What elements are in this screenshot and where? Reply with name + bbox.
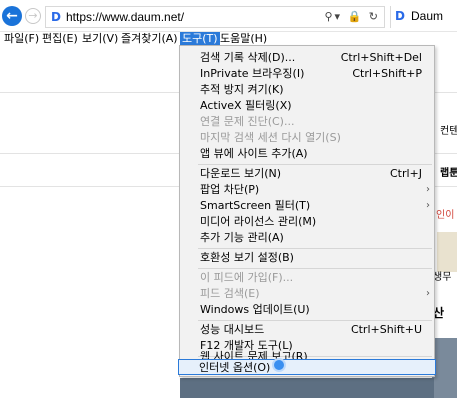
dropdown-arrow-icon[interactable]: ▾ [335, 10, 343, 23]
menu-separator [198, 320, 432, 321]
menu-item-windows-update[interactable]: Windows 업데이트(U) [180, 302, 434, 318]
menu-item-compatibility-view[interactable]: 호환성 보기 설정(B) [180, 250, 434, 266]
menu-tools[interactable]: 도구(T) [180, 32, 220, 46]
menu-separator [198, 164, 432, 165]
page-text-fragment: 생무 [433, 272, 452, 283]
submenu-arrow-icon: › [426, 184, 430, 195]
address-input[interactable]: D https://www.daum.net/ ⚲▾ 🔒 ↻ [45, 6, 385, 28]
page-text-fragment: 랩툰 [440, 168, 457, 179]
browser-tab[interactable]: D Daum [390, 6, 457, 28]
pointer-cursor-icon [272, 358, 286, 372]
menu-item-diagnose-connection[interactable]: 연결 문제 진단(C)... [180, 114, 434, 130]
menu-item-activex-filtering[interactable]: ActiveX 필터링(X) [180, 98, 434, 114]
menu-item-subscribe-feed[interactable]: 이 피드에 가입(F)... [180, 270, 434, 286]
daum-site-icon: D [51, 10, 61, 24]
menu-item-popup-blocker[interactable]: 팝업 차단(P) › [180, 182, 434, 198]
submenu-arrow-icon: › [426, 288, 430, 299]
address-bar-icons[interactable]: ⚲▾ 🔒 ↻ [324, 10, 380, 23]
menu-item-reopen-session[interactable]: 마지막 검색 세션 다시 열기(S) [180, 130, 434, 146]
menu-item-smartscreen[interactable]: SmartScreen 필터(T) › [180, 198, 434, 214]
page-ad-image [437, 232, 457, 272]
menu-item-performance-dashboard[interactable]: 성능 대시보드 Ctrl+Shift+U [180, 322, 434, 338]
menu-item-feed-discovery[interactable]: 피드 검색(E) › [180, 286, 434, 302]
page-text-fragment: 컨텐 [440, 126, 457, 137]
tab-title: Daum [411, 9, 444, 23]
menu-separator [198, 268, 432, 269]
menu-item-tracking-protection[interactable]: 추적 방지 켜기(K) [180, 82, 434, 98]
menu-item-inprivate[interactable]: InPrivate 브라우징(I) Ctrl+Shift+P [180, 66, 434, 82]
menu-item-internet-options[interactable]: 인터넷 옵션(O) [178, 359, 436, 375]
back-button[interactable]: ← [2, 6, 22, 26]
menu-favorites[interactable]: 즐겨찾기(A) [119, 32, 180, 46]
tools-dropdown-menu: 검색 기록 삭제(D)... Ctrl+Shift+Del InPrivate 브… [178, 45, 436, 377]
submenu-arrow-icon: › [426, 200, 430, 211]
menu-help[interactable]: 도움말(H) [218, 32, 269, 46]
menu-item-view-downloads[interactable]: 다운로드 보기(N) Ctrl+J [180, 166, 434, 182]
page-car-image [180, 378, 434, 398]
daum-tab-icon: D [395, 9, 405, 23]
menu-view[interactable]: 보기(V) [80, 32, 120, 46]
back-arrow-icon: ← [6, 8, 18, 24]
menu-item-add-to-apps[interactable]: 앱 뷰에 사이트 추가(A) [180, 146, 434, 162]
menu-file[interactable]: 파일(F) [2, 32, 41, 46]
menu-separator [198, 248, 432, 249]
url-text: https://www.daum.net/ [66, 10, 185, 24]
menu-item-media-licenses[interactable]: 미디어 라이선스 관리(M) [180, 214, 434, 230]
menu-item-manage-addons[interactable]: 추가 기능 관리(A) [180, 230, 434, 246]
page-text-fragment: 인이 [436, 210, 455, 221]
forward-button[interactable]: → [25, 8, 41, 24]
lock-icon[interactable]: 🔒 [348, 10, 364, 23]
menu-item-delete-history[interactable]: 검색 기록 삭제(D)... Ctrl+Shift+Del [180, 50, 434, 66]
forward-arrow-icon: → [28, 9, 38, 22]
refresh-icon[interactable]: ↻ [369, 10, 380, 23]
menu-edit[interactable]: 편집(E) [40, 32, 80, 46]
menu-bar: 파일(F) 편집(E) 보기(V) 즐겨찾기(A) 도구(T) 도움말(H) [0, 32, 457, 46]
search-icon[interactable]: ⚲ [324, 10, 334, 23]
address-bar-row: ← → D https://www.daum.net/ ⚲▾ 🔒 ↻ D Dau… [0, 0, 457, 32]
